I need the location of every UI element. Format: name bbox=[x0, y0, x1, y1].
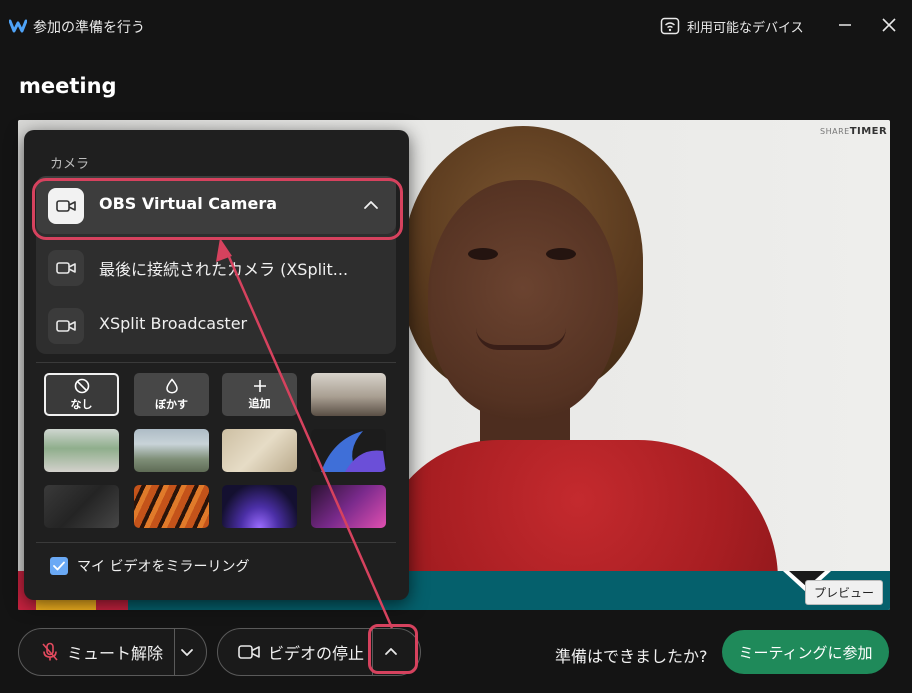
background-purple-glow-thumbnail[interactable] bbox=[222, 485, 297, 528]
chevron-down-icon bbox=[181, 649, 193, 656]
window-title: 参加の準備を行う bbox=[33, 20, 145, 36]
droplet-icon bbox=[165, 377, 178, 394]
stop-video-label: ビデオの停止 bbox=[268, 644, 365, 663]
stop-video-button[interactable]: ビデオの停止 bbox=[218, 629, 370, 675]
video-camera-icon bbox=[238, 645, 260, 659]
available-devices-button[interactable]: 利用可能なデバイス bbox=[660, 15, 804, 37]
webex-logo-icon bbox=[9, 19, 27, 33]
brand-logo-thin: SHARE bbox=[820, 127, 850, 136]
background-living-room-thumbnail[interactable] bbox=[44, 429, 119, 472]
camera-icon-box bbox=[48, 188, 84, 224]
video-camera-icon bbox=[56, 262, 76, 274]
person-eye-right bbox=[546, 248, 576, 260]
camera-option-label: 最後に接続されたカメラ (XSplit... bbox=[99, 260, 349, 279]
audio-options-button[interactable] bbox=[178, 643, 196, 661]
minimize-icon bbox=[839, 24, 851, 26]
plus-icon bbox=[253, 379, 266, 392]
preview-badge: プレビュー bbox=[805, 580, 884, 605]
background-purple-waves-thumbnail[interactable] bbox=[311, 485, 386, 528]
mirror-video-checkbox[interactable] bbox=[50, 557, 68, 575]
brand-band-yellow bbox=[36, 599, 96, 610]
background-none-button[interactable]: なし bbox=[44, 373, 119, 416]
join-meeting-button[interactable]: ミーティングに参加 bbox=[722, 630, 889, 674]
camera-option-label: OBS Virtual Camera bbox=[99, 194, 278, 213]
microphone-muted-icon bbox=[42, 642, 58, 661]
mirror-video-label: マイ ビデオをミラーリング bbox=[77, 559, 250, 575]
minimize-button[interactable] bbox=[834, 14, 856, 36]
person-face bbox=[428, 180, 618, 420]
checkmark-icon bbox=[53, 561, 65, 571]
ready-prompt: 準備はできましたか? bbox=[555, 647, 708, 666]
wifi-device-icon bbox=[660, 17, 680, 35]
background-add-button[interactable]: 追加 bbox=[222, 373, 297, 416]
mute-control: ミュート解除 bbox=[18, 628, 207, 676]
background-blue-shape-thumbnail[interactable] bbox=[311, 429, 386, 472]
background-blur-button[interactable]: ぼかす bbox=[134, 373, 209, 416]
tile-label: ぼかす bbox=[155, 397, 188, 411]
unmute-button[interactable]: ミュート解除 bbox=[19, 629, 173, 675]
camera-heading: カメラ bbox=[50, 157, 90, 172]
video-camera-icon bbox=[56, 320, 76, 332]
tile-label: 追加 bbox=[248, 396, 271, 410]
camera-icon-box bbox=[48, 250, 84, 286]
camera-panel: カメラ OBS Virtual Camera 最後に接続されたカメラ (XSpl… bbox=[24, 130, 409, 600]
background-dark-abstract-thumbnail[interactable] bbox=[44, 485, 119, 528]
camera-option-last-connected[interactable]: 最後に接続されたカメラ (XSplit... bbox=[36, 238, 396, 296]
background-tiger-thumbnail[interactable] bbox=[134, 485, 209, 528]
camera-option-label: XSplit Broadcaster bbox=[99, 314, 248, 333]
person-smile bbox=[476, 328, 566, 350]
background-mountains-thumbnail[interactable] bbox=[134, 429, 209, 472]
person-eye-left bbox=[468, 248, 498, 260]
divider bbox=[36, 542, 396, 543]
camera-list: OBS Virtual Camera 最後に接続されたカメラ (XSplit..… bbox=[36, 176, 396, 354]
video-options-highlight bbox=[368, 624, 418, 674]
close-icon bbox=[882, 18, 896, 32]
meeting-title: meeting bbox=[19, 74, 117, 98]
available-devices-label: 利用可能なデバイス bbox=[687, 20, 804, 36]
close-button[interactable] bbox=[878, 14, 900, 36]
tile-label: なし bbox=[70, 397, 93, 411]
background-blurred-room-thumbnail[interactable] bbox=[222, 429, 297, 472]
chevron-up-icon[interactable] bbox=[362, 196, 380, 214]
unmute-label: ミュート解除 bbox=[67, 644, 164, 663]
title-bar: 参加の準備を行う 利用可能なデバイス bbox=[0, 0, 912, 52]
blue-shape-graphic bbox=[321, 431, 386, 472]
ban-icon bbox=[74, 378, 89, 393]
video-camera-icon bbox=[56, 200, 76, 212]
brand-logo: SHARETIMER bbox=[820, 126, 887, 137]
mirror-video-row[interactable]: マイ ビデオをミラーリング bbox=[50, 556, 249, 576]
background-office-thumbnail[interactable] bbox=[311, 373, 386, 416]
brand-logo-bold: TIMER bbox=[849, 126, 888, 137]
camera-option-xsplit[interactable]: XSplit Broadcaster bbox=[36, 296, 396, 354]
divider bbox=[36, 362, 396, 363]
camera-option-obs[interactable]: OBS Virtual Camera bbox=[36, 176, 396, 234]
camera-icon-box bbox=[48, 308, 84, 344]
pill-separator bbox=[174, 629, 175, 675]
